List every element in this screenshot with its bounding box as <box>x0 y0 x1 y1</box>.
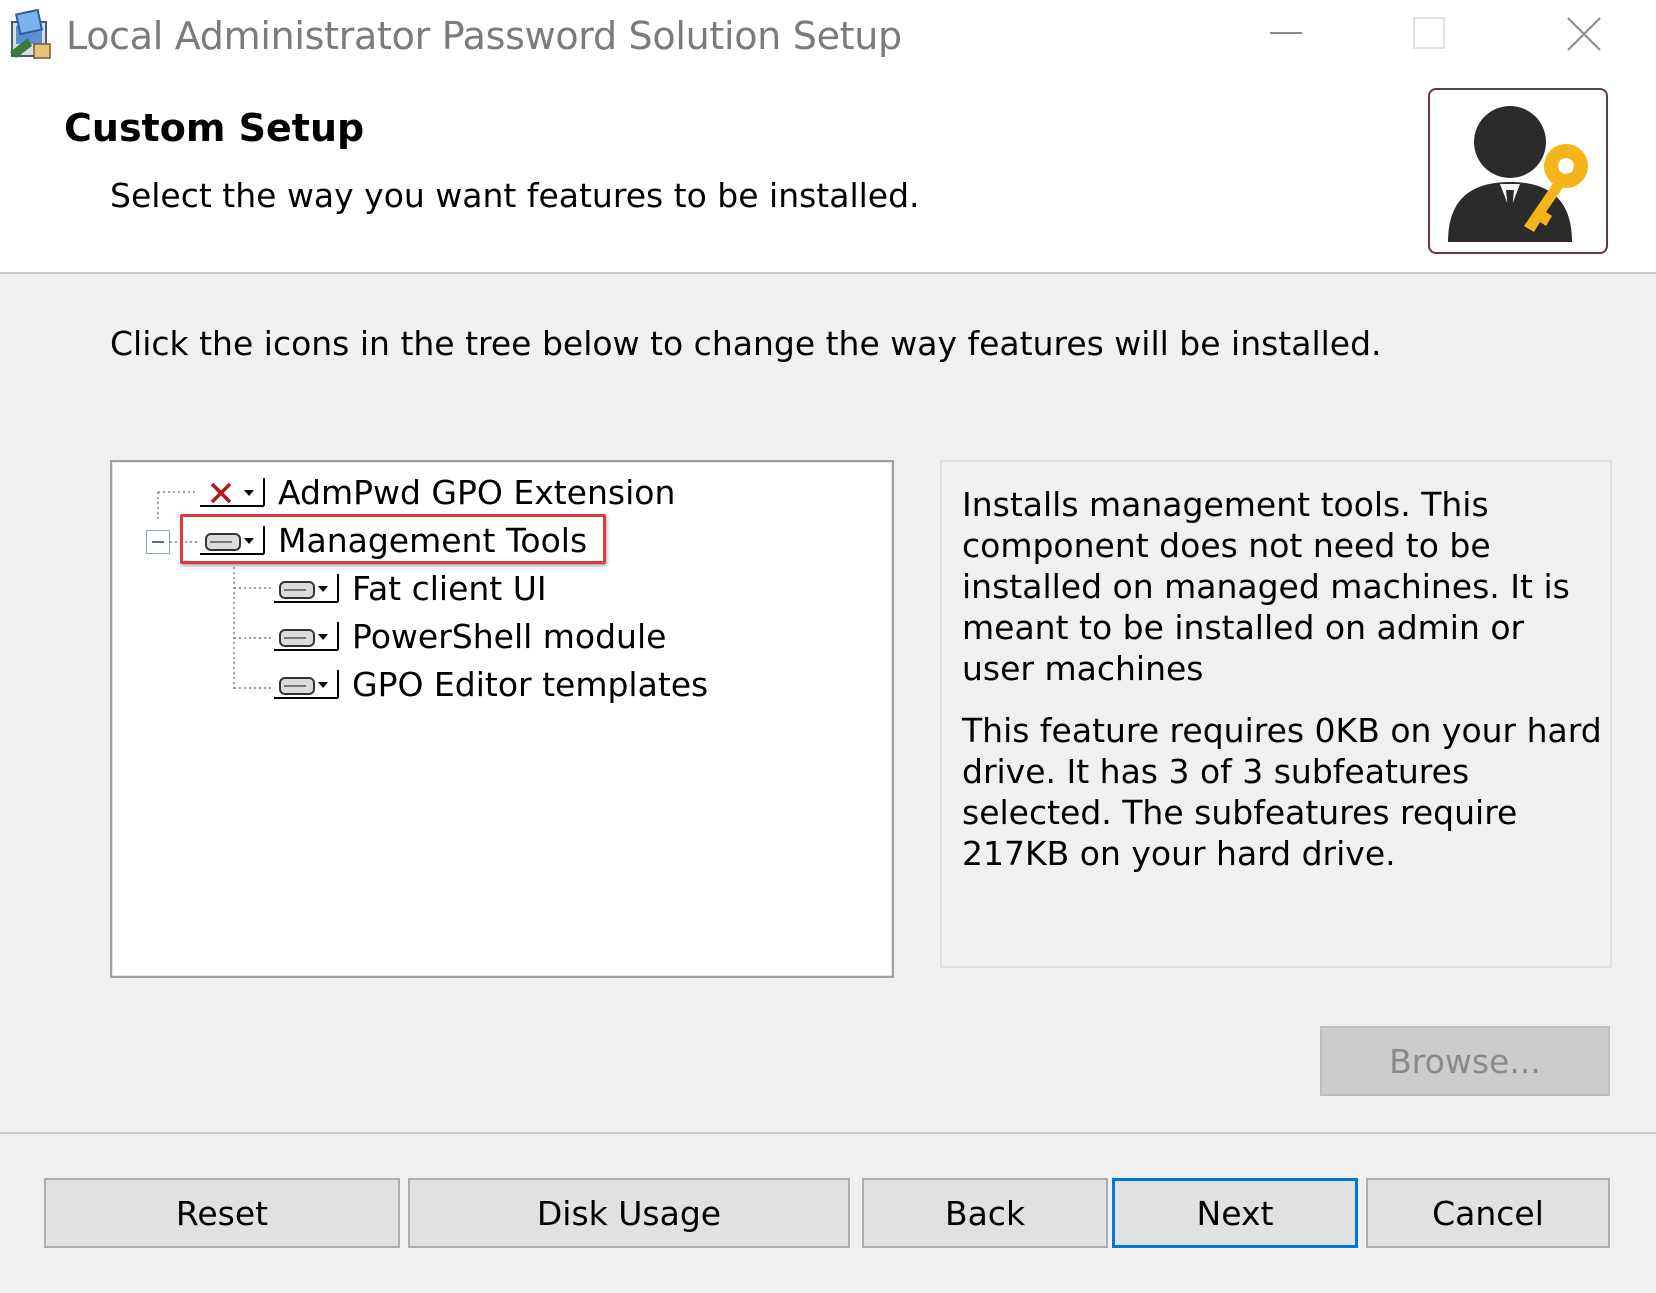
admin-user-with-key-icon <box>1428 88 1608 254</box>
instructions-text: Click the icons in the tree below to cha… <box>110 324 1382 363</box>
footer-separator <box>0 1132 1656 1134</box>
minimize-icon <box>1270 32 1302 34</box>
page-title: Custom Setup <box>64 106 365 150</box>
title-bar: Local Administrator Password Solution Se… <box>0 0 1656 76</box>
window-title: Local Administrator Password Solution Se… <box>66 14 902 58</box>
tree-item-admpwd-gpo-extension[interactable]: AdmPwd GPO Extension <box>200 470 675 514</box>
browse-button[interactable]: Browse... <box>1320 1026 1610 1096</box>
red-x-icon[interactable] <box>200 474 268 510</box>
tree-item-fat-client-ui[interactable]: Fat client UI <box>274 566 547 610</box>
hard-drive-icon[interactable] <box>274 666 342 702</box>
hard-drive-icon[interactable] <box>200 522 268 558</box>
tree-item-label: GPO Editor templates <box>352 664 709 704</box>
dialog-header: Custom Setup Select the way you want fea… <box>0 76 1656 274</box>
tree-item-management-tools[interactable]: Management Tools <box>200 518 587 562</box>
cancel-button[interactable]: Cancel <box>1366 1178 1610 1248</box>
tree-item-powershell-module[interactable]: PowerShell module <box>274 614 666 658</box>
next-button[interactable]: Next <box>1112 1178 1358 1248</box>
feature-description-panel: Installs management tools. This componen… <box>940 460 1612 968</box>
page-subtitle: Select the way you want features to be i… <box>110 176 920 215</box>
close-icon <box>1567 17 1601 51</box>
feature-disk-info: This feature requires 0KB on your hard d… <box>962 711 1602 873</box>
maximize-button[interactable] <box>1356 0 1506 76</box>
close-button[interactable] <box>1506 0 1656 76</box>
minimize-button[interactable] <box>1206 0 1356 76</box>
tree-item-label: Management Tools <box>278 520 588 560</box>
feature-description: Installs management tools. This componen… <box>962 485 1570 688</box>
maximize-icon <box>1413 17 1445 49</box>
disk-usage-button[interactable]: Disk Usage <box>408 1178 850 1248</box>
tree-item-gpo-editor-templates[interactable]: GPO Editor templates <box>274 662 708 706</box>
reset-button[interactable]: Reset <box>44 1178 400 1248</box>
feature-tree[interactable]: AdmPwd GPO Extension Management Tools Fa… <box>110 460 894 978</box>
hard-drive-icon[interactable] <box>274 618 342 654</box>
hard-drive-icon[interactable] <box>274 570 342 606</box>
tree-item-label: PowerShell module <box>352 616 667 656</box>
tree-item-label: Fat client UI <box>352 568 547 608</box>
back-button[interactable]: Back <box>862 1178 1108 1248</box>
tree-item-label: AdmPwd GPO Extension <box>278 472 676 512</box>
collapse-expander-icon[interactable] <box>146 530 170 554</box>
installer-app-icon <box>10 8 51 59</box>
